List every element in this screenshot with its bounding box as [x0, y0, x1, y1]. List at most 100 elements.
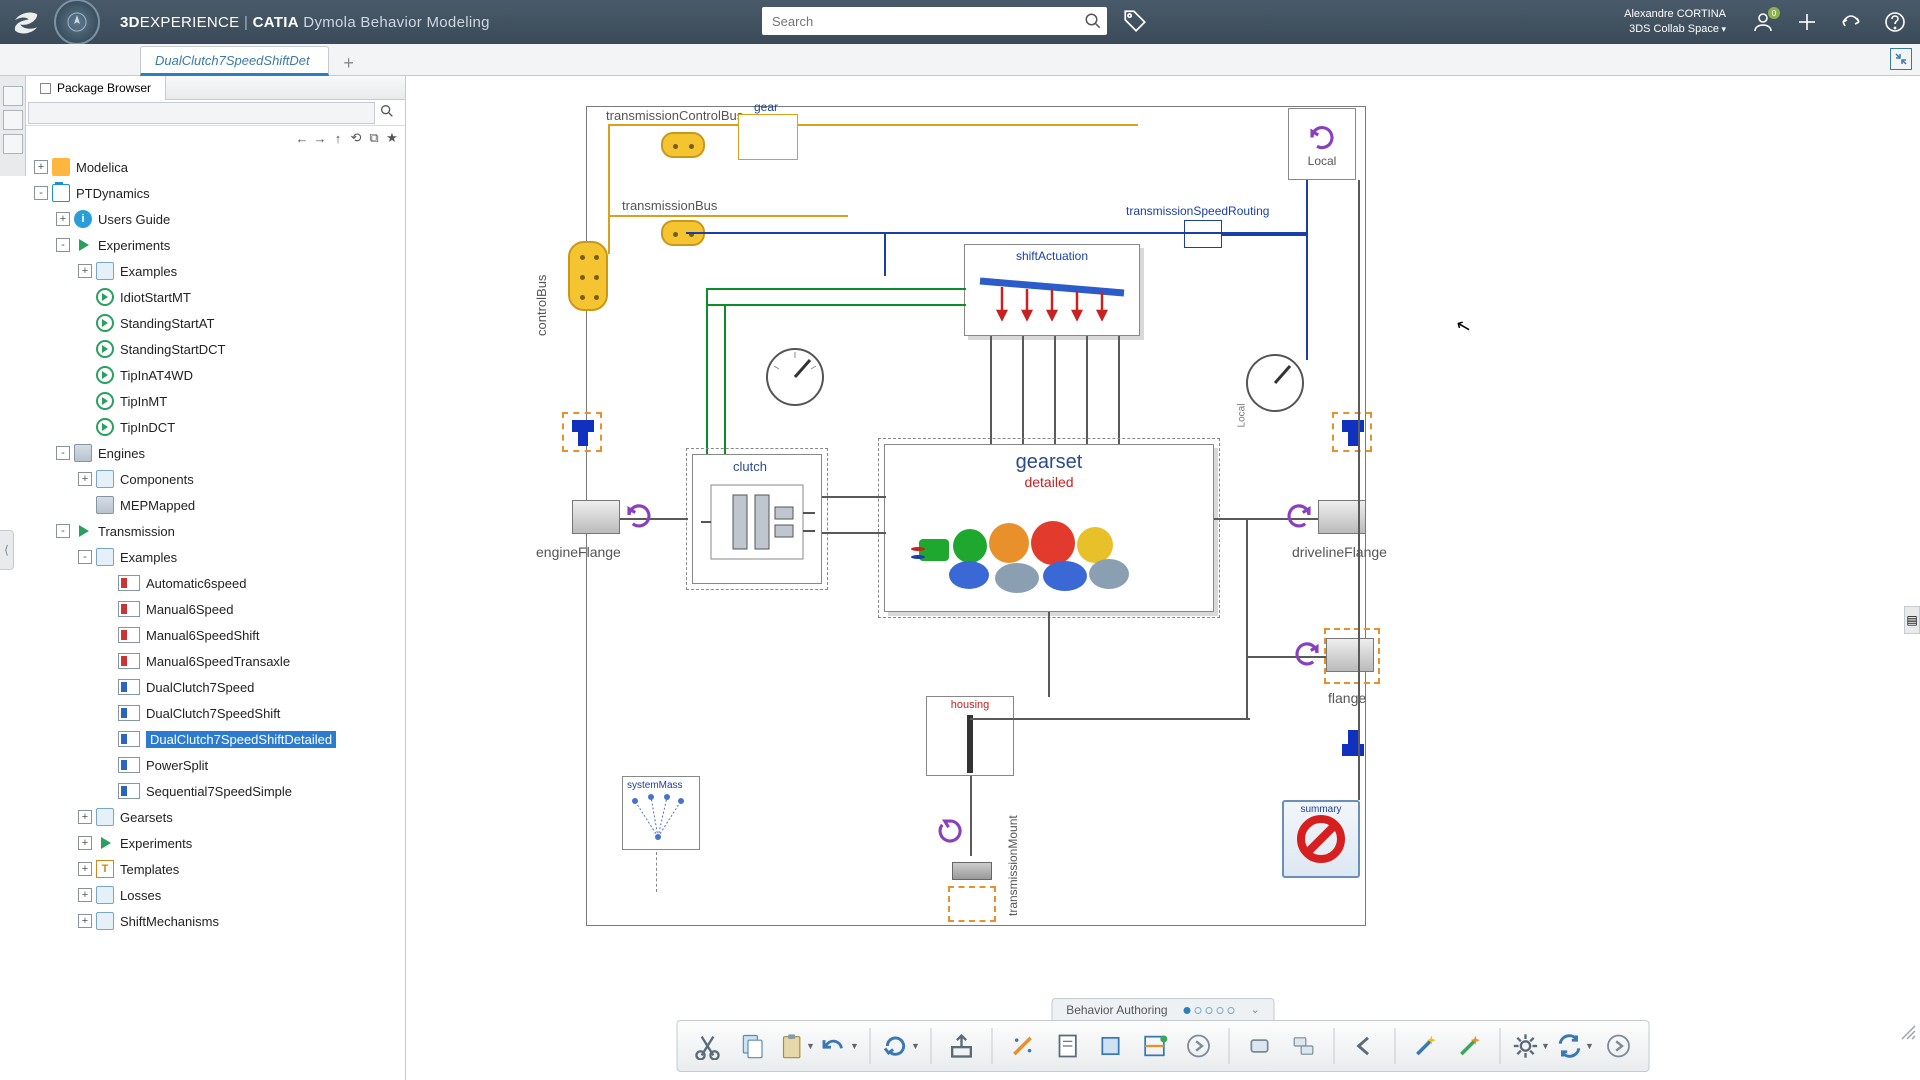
tree-node[interactable]: +TTemplates	[26, 856, 405, 882]
tree-node[interactable]: +ShiftMechanisms	[26, 908, 405, 934]
pager-dot[interactable]	[1206, 1007, 1213, 1014]
tree-node[interactable]: Sequential7SpeedSimple	[26, 778, 405, 804]
summary-block[interactable]: summary	[1282, 800, 1360, 878]
package-filter-input[interactable]	[28, 102, 375, 124]
resize-grip-icon[interactable]	[1898, 1022, 1916, 1040]
tree-node[interactable]: +Experiments	[26, 830, 405, 856]
tree-node[interactable]: +Modelica	[26, 154, 405, 180]
gear-block[interactable]	[738, 114, 798, 160]
tree-node[interactable]: -Experiments	[26, 232, 405, 258]
tree-node[interactable]: DualClutch7SpeedShiftDetailed	[26, 726, 405, 752]
gauge-right[interactable]	[1244, 352, 1306, 414]
package-search-icon[interactable]	[379, 103, 399, 123]
transmissionmount-frame[interactable]	[948, 886, 996, 922]
controlbus-connector[interactable]	[568, 241, 608, 311]
pager-dot[interactable]	[1228, 1007, 1235, 1014]
engineflange-block[interactable]	[572, 500, 620, 534]
package-tree[interactable]: +Modelica-PTDynamics+iUsers Guide-Experi…	[26, 150, 405, 1080]
housing-block[interactable]: housing	[926, 696, 1014, 776]
pkg-nav-button[interactable]: ★	[385, 131, 399, 145]
compass-icon[interactable]	[54, 0, 100, 45]
share-icon[interactable]	[1838, 9, 1864, 35]
tree-node[interactable]: TipInDCT	[26, 414, 405, 440]
tree-node[interactable]: -PTDynamics	[26, 180, 405, 206]
tree-node[interactable]: StandingStartDCT	[26, 336, 405, 362]
ab-wand2-button[interactable]	[1450, 1026, 1490, 1066]
tree-twisty[interactable]: +	[78, 810, 92, 824]
ab-box-button[interactable]	[1091, 1026, 1131, 1066]
user-info[interactable]: Alexandre CORTINA 3DS Collab Space	[1624, 7, 1726, 38]
diagram-canvas[interactable]: controlBus transmissionControlBus transm…	[406, 76, 1920, 1080]
ab-undo-button[interactable]: ▼	[820, 1026, 860, 1066]
tree-node[interactable]: -Engines	[26, 440, 405, 466]
shiftactuation-block[interactable]: shiftActuation	[964, 244, 1140, 336]
speedrouting-block[interactable]	[1184, 220, 1222, 248]
tree-twisty[interactable]: +	[78, 914, 92, 928]
collapse-right-handle[interactable]: ▤	[1904, 606, 1920, 634]
ab-magic-button[interactable]	[1003, 1026, 1043, 1066]
tree-node[interactable]: TipInMT	[26, 388, 405, 414]
tree-node[interactable]: Automatic6speed	[26, 570, 405, 596]
new-tab-button[interactable]: +	[337, 51, 361, 75]
tree-node[interactable]: +Losses	[26, 882, 405, 908]
systemmass-block[interactable]: systemMass	[622, 776, 700, 850]
ab-refresh-button[interactable]: ▼	[881, 1026, 921, 1066]
global-search[interactable]	[762, 7, 1107, 35]
active-document-tab[interactable]: DualClutch7SpeedShiftDet	[140, 46, 329, 76]
tree-node[interactable]: +Components	[26, 466, 405, 492]
tree-node[interactable]: PowerSplit	[26, 752, 405, 778]
collapse-left-handle[interactable]: ⟨	[0, 530, 14, 570]
ab-export-button[interactable]	[942, 1026, 982, 1066]
tree-twisty[interactable]: +	[78, 888, 92, 902]
ab-sync-button[interactable]: ▼	[1555, 1026, 1595, 1066]
tree-twisty[interactable]: -	[56, 524, 70, 538]
tree-node[interactable]: Manual6Speed	[26, 596, 405, 622]
ab-merge-button[interactable]	[1135, 1026, 1175, 1066]
ab-cut-button[interactable]	[688, 1026, 728, 1066]
tree-twisty[interactable]: +	[56, 212, 70, 226]
tree-node[interactable]: TipInAT4WD	[26, 362, 405, 388]
vt-button-3[interactable]	[3, 134, 23, 154]
ab-page-button[interactable]	[1047, 1026, 1087, 1066]
add-icon[interactable]	[1794, 9, 1820, 35]
tree-node[interactable]: StandingStartAT	[26, 310, 405, 336]
ab-gear-button[interactable]: ▼	[1511, 1026, 1551, 1066]
pager-dot[interactable]	[1217, 1007, 1224, 1014]
ab-back-button[interactable]	[1345, 1026, 1385, 1066]
tree-node[interactable]: MEPMapped	[26, 492, 405, 518]
ab-next1-button[interactable]	[1179, 1026, 1219, 1066]
flange-block[interactable]	[1326, 638, 1374, 672]
tree-twisty[interactable]: -	[56, 238, 70, 252]
local-block[interactable]: Local	[1288, 108, 1356, 180]
bus-connector-1[interactable]	[661, 132, 705, 158]
tree-twisty[interactable]: +	[78, 862, 92, 876]
tree-node[interactable]: -Transmission	[26, 518, 405, 544]
actionbar-chevron-icon[interactable]: ⌄	[1251, 1003, 1260, 1016]
search-input[interactable]	[762, 14, 1079, 29]
tree-node[interactable]: Manual6SpeedShift	[26, 622, 405, 648]
ab-rect-button[interactable]	[1240, 1026, 1280, 1066]
tree-node[interactable]: +Gearsets	[26, 804, 405, 830]
tree-node[interactable]: DualClutch7Speed	[26, 674, 405, 700]
help-icon[interactable]	[1882, 9, 1908, 35]
tree-twisty[interactable]: +	[78, 836, 92, 850]
package-browser-tab[interactable]: Package Browser	[26, 76, 166, 100]
tag-icon[interactable]	[1122, 8, 1148, 34]
ab-copy-button[interactable]	[732, 1026, 772, 1066]
gauge-left[interactable]	[764, 346, 826, 408]
tree-twisty[interactable]: -	[56, 446, 70, 460]
tree-twisty[interactable]: +	[78, 264, 92, 278]
user-avatar-icon[interactable]: 0	[1750, 9, 1776, 35]
pager-dot[interactable]	[1184, 1007, 1191, 1014]
tree-node[interactable]: -Examples	[26, 544, 405, 570]
search-icon[interactable]	[1079, 7, 1107, 35]
vt-button-1[interactable]	[3, 86, 23, 106]
actionbar-tab[interactable]: Behavior Authoring ⌄	[1051, 998, 1275, 1020]
minimize-panel-icon[interactable]	[1890, 48, 1912, 70]
pkg-nav-button[interactable]: ←	[295, 131, 309, 145]
pkg-nav-button[interactable]: →	[313, 131, 327, 145]
ab-rects-button[interactable]	[1284, 1026, 1324, 1066]
pkg-nav-button[interactable]: ⧉	[367, 131, 381, 145]
tree-twisty[interactable]: +	[34, 160, 48, 174]
vt-button-2[interactable]	[3, 110, 23, 130]
